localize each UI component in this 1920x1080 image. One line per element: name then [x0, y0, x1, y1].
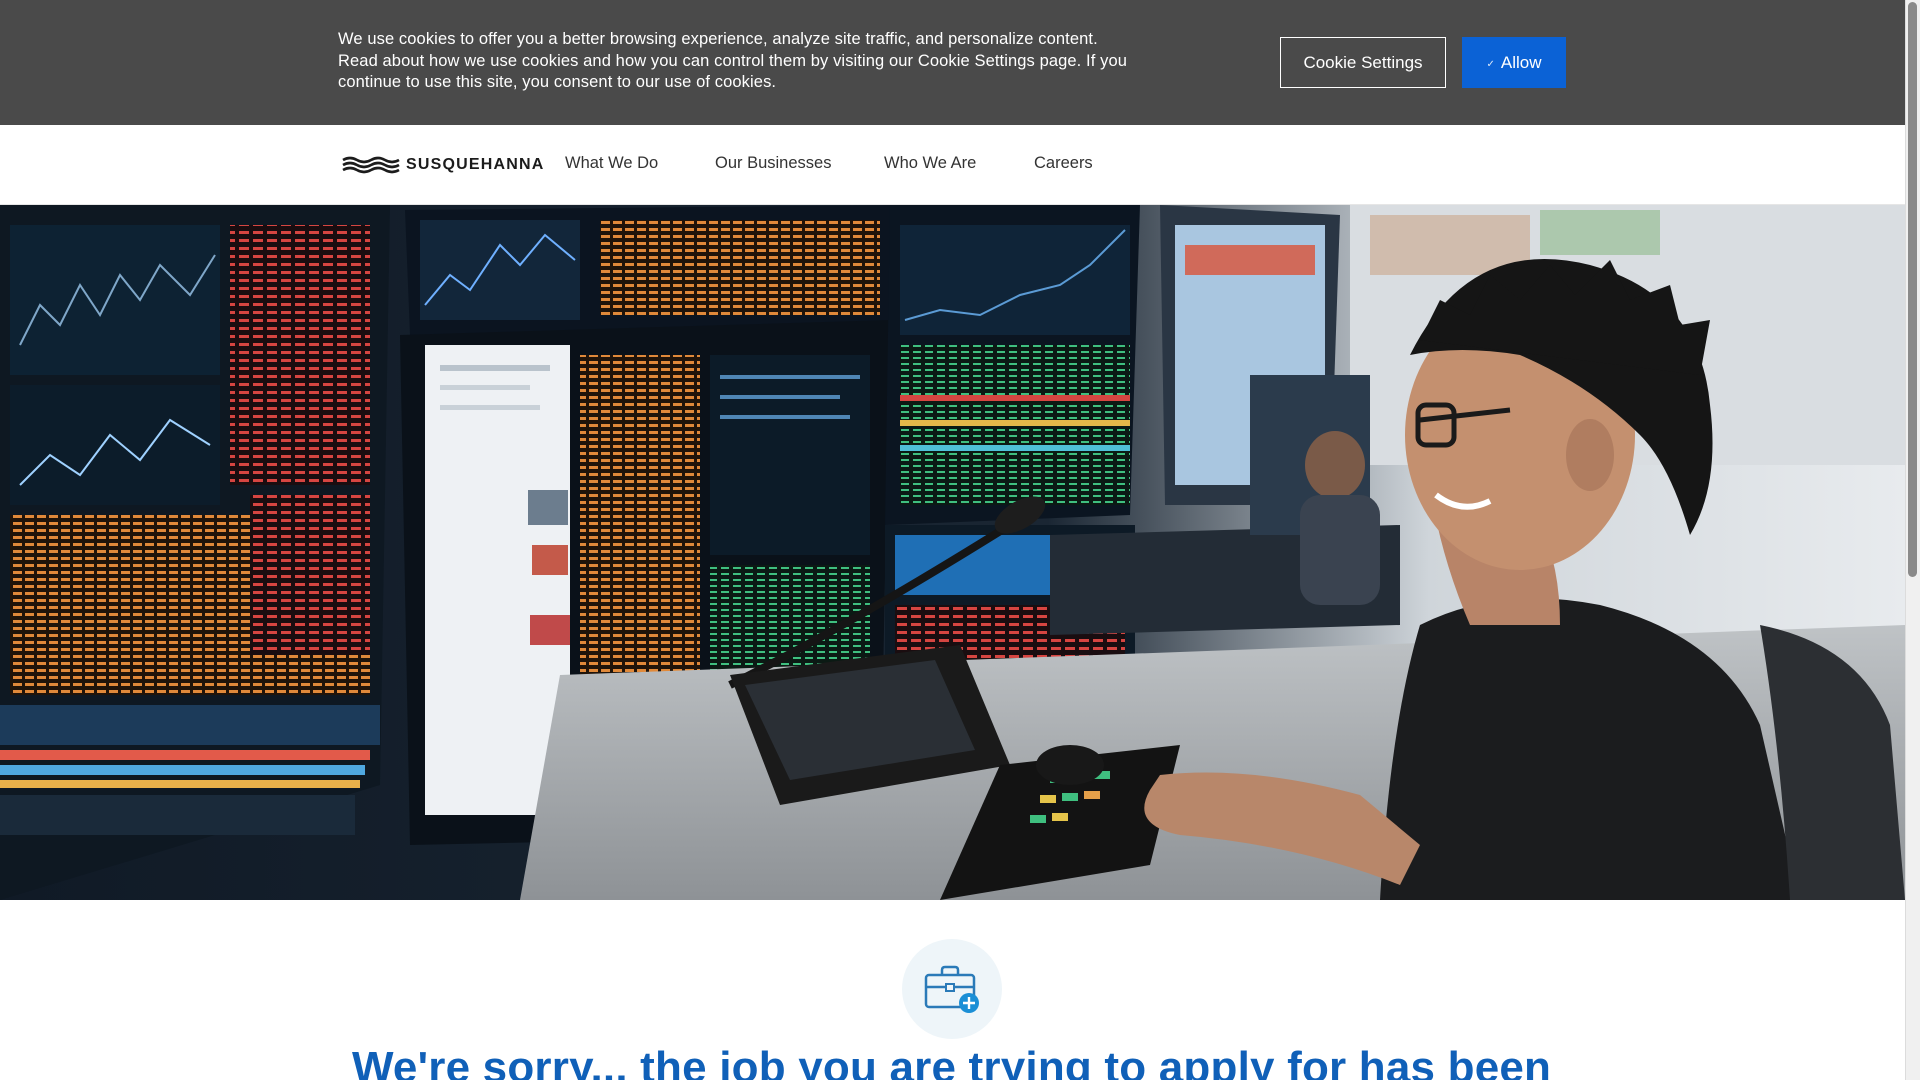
wave-logo-icon	[342, 156, 400, 174]
scrollbar-thumb[interactable]	[1908, 2, 1917, 577]
cookie-banner: We use cookies to offer you a better bro…	[0, 0, 1905, 125]
cookie-settings-button[interactable]: Cookie Settings	[1280, 37, 1446, 88]
logo-wordmark: SUSQUEHANNA	[406, 156, 545, 173]
trader-at-trading-desk-photo	[0, 205, 1905, 900]
briefcase-plus-icon	[924, 965, 979, 1013]
allow-button-label: Allow	[1500, 52, 1542, 72]
briefcase-icon-circle	[902, 939, 1002, 1039]
nav-our-businesses[interactable]: Our Businesses	[715, 154, 831, 173]
page: We use cookies to offer you a better bro…	[0, 0, 1920, 1080]
check-icon: ✓	[1486, 58, 1495, 70]
susquehanna-logo[interactable]: SUSQUEHANNA	[342, 156, 545, 174]
nav-careers[interactable]: Careers	[1034, 154, 1093, 173]
job-unavailable-heading: We're sorry... the job you are trying to…	[352, 1043, 1552, 1080]
hero-image	[0, 205, 1905, 900]
nav-what-we-do[interactable]: What We Do	[565, 154, 658, 173]
allow-cookies-button[interactable]: ✓ Allow	[1462, 37, 1566, 88]
nav-who-we-are[interactable]: Who We Are	[884, 154, 976, 173]
main-navigation: SUSQUEHANNA What We Do Our Businesses Wh…	[0, 125, 1905, 205]
cookie-message: We use cookies to offer you a better bro…	[338, 30, 1128, 91]
